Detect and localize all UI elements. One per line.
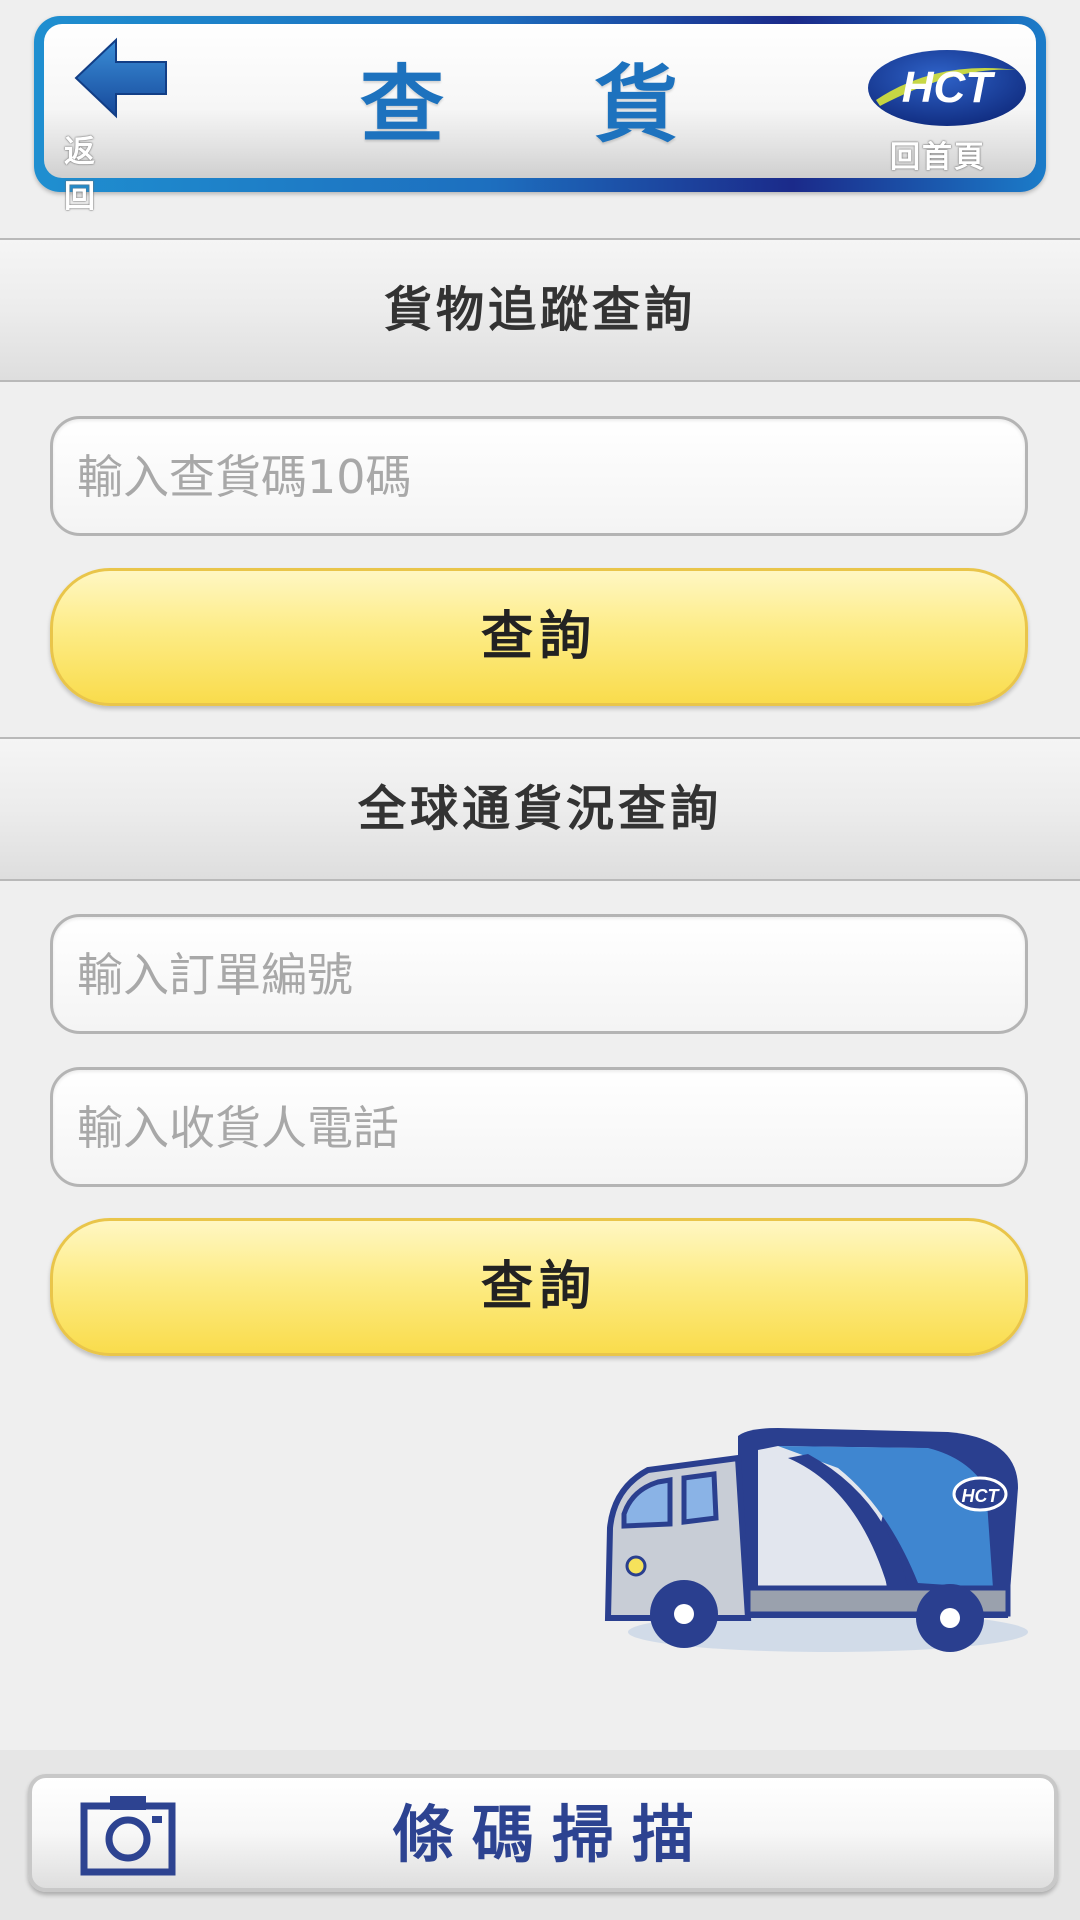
order-number-field[interactable] — [50, 914, 1028, 1034]
home-label: 回首頁 — [890, 140, 986, 175]
global-query-button[interactable]: 查詢 — [50, 1218, 1028, 1356]
recipient-phone-input[interactable] — [75, 1070, 999, 1186]
order-number-input[interactable] — [75, 917, 999, 1033]
tracking-section-title: 貨物追蹤查詢 — [0, 238, 1080, 382]
tracking-code-field[interactable] — [50, 416, 1028, 536]
barcode-scan-label: 條碼掃描 — [392, 1798, 713, 1871]
header: 返回 查貨 HCT 回首頁 — [0, 0, 1080, 238]
home-button[interactable]: HCT 回首頁 — [866, 40, 1026, 175]
tracking-code-input[interactable] — [75, 419, 999, 535]
tracking-query-button[interactable]: 查詢 — [50, 568, 1028, 706]
bottom-bar: 條碼掃描 — [0, 1750, 1080, 1920]
back-button[interactable]: 返回 — [30, 20, 170, 215]
page-title: 查貨 — [360, 56, 829, 154]
delivery-truck-illustration: HCT — [604, 1428, 1028, 1652]
back-arrow-icon — [74, 37, 167, 119]
hct-logo-icon: HCT — [868, 50, 1026, 126]
barcode-scan-button[interactable]: 條碼掃描 — [28, 1774, 1058, 1892]
global-section-title: 全球通貨況查詢 — [0, 737, 1080, 881]
recipient-phone-field[interactable] — [50, 1067, 1028, 1187]
camera-icon — [80, 1796, 176, 1876]
truck-logo-text: HCT — [962, 1486, 1001, 1506]
back-label: 返回 — [64, 134, 133, 215]
logo-text: HCT — [902, 63, 996, 112]
